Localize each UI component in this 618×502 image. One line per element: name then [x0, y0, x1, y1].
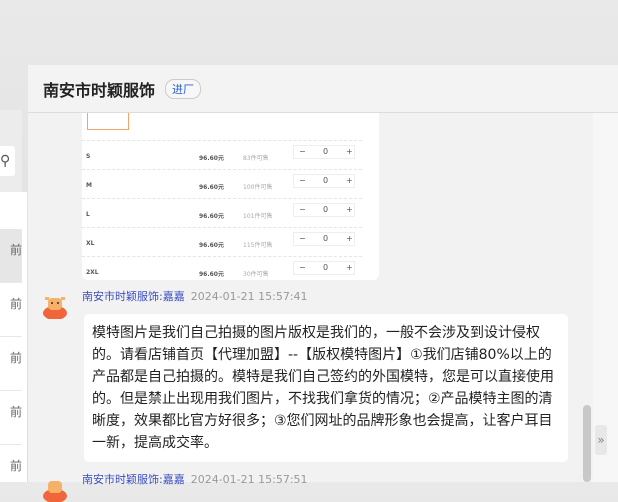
plus-button[interactable]: + — [346, 176, 353, 185]
time-label: 前 — [9, 243, 22, 257]
plus-button[interactable]: + — [346, 234, 353, 243]
quantity-value[interactable]: 0 — [323, 205, 328, 214]
quantity-stepper[interactable]: − 0 + — [293, 145, 355, 159]
message-time: 2024-01-21 15:57:41 — [190, 290, 308, 303]
scrollbar[interactable] — [583, 405, 591, 482]
avatar — [43, 481, 67, 502]
plus-button[interactable]: + — [346, 205, 353, 214]
message-bubble: 模特图片是我们自己拍摄的图片版权是我们的，一般不会涉及到设计侵权的。请看店铺首页… — [84, 314, 568, 462]
message-time: 2024-01-21 15:57:51 — [190, 473, 308, 486]
page-title: 南安市时颖服饰 — [43, 81, 156, 100]
size-label: 2XL — [86, 269, 99, 276]
quantity-stepper[interactable]: − 0 + — [293, 261, 355, 275]
size-row: M 96.60元 100件可售 − 0 + — [82, 169, 362, 198]
conversation-item[interactable]: 前 — [0, 337, 22, 391]
stock: 115件可售 — [243, 242, 273, 249]
avatar — [43, 297, 67, 319]
time-label: 前 — [9, 459, 22, 473]
quantity-stepper[interactable]: − 0 + — [293, 232, 355, 246]
price: 96.60元 — [199, 213, 224, 220]
minus-button[interactable]: − — [299, 176, 306, 185]
quantity-value[interactable]: 0 — [323, 147, 328, 156]
product-thumbnail[interactable] — [87, 113, 129, 130]
price: 96.60元 — [199, 155, 224, 162]
sender-name[interactable]: 南安市时颖服饰:嘉嘉 — [82, 290, 185, 303]
size-row: 2XL 96.60元 30件可售 − 0 + — [82, 256, 362, 285]
stock: 101件可售 — [243, 213, 273, 220]
stock: 100件可售 — [243, 184, 273, 191]
stock: 83件可售 — [243, 155, 269, 162]
conversation-item[interactable]: 前 — [0, 229, 22, 283]
price: 96.60元 — [199, 271, 224, 278]
sender-name[interactable]: 南安市时颖服饰:嘉嘉 — [82, 473, 185, 486]
status-badge[interactable]: 进厂 — [165, 79, 201, 99]
expand-button[interactable]: » — [595, 425, 607, 455]
minus-button[interactable]: − — [299, 234, 306, 243]
plus-button[interactable]: + — [346, 147, 353, 156]
time-label: 前 — [9, 297, 22, 311]
chat-header: 南安市时颖服饰 进厂 — [28, 65, 618, 113]
stock: 30件可售 — [243, 271, 269, 278]
size-row: L 96.60元 101件可售 − 0 + — [82, 198, 362, 227]
time-label: 前 — [9, 405, 22, 419]
plus-button[interactable]: + — [346, 263, 353, 272]
price: 96.60元 — [199, 242, 224, 249]
quantity-stepper[interactable]: − 0 + — [293, 203, 355, 217]
minus-button[interactable]: − — [299, 205, 306, 214]
minus-button[interactable]: − — [299, 263, 306, 272]
size-label: M — [86, 182, 92, 189]
size-label: XL — [86, 240, 95, 247]
time-label: 前 — [9, 351, 22, 365]
size-label: L — [86, 211, 90, 218]
quantity-value[interactable]: 0 — [323, 176, 328, 185]
quantity-value[interactable]: 0 — [323, 234, 328, 243]
conversation-item[interactable]: 前 — [0, 391, 22, 445]
price: 96.60元 — [199, 184, 224, 191]
quantity-stepper[interactable]: − 0 + — [293, 174, 355, 188]
conversation-item[interactable]: 前 — [0, 283, 22, 337]
search-icon[interactable]: ⚲ — [0, 146, 15, 176]
size-row: S 96.60元 83件可售 − 0 + — [82, 140, 362, 169]
conversation-list-panel: 前 前 前 前 前 — [0, 192, 27, 499]
size-row: XL 96.60元 115件可售 − 0 + — [82, 227, 362, 256]
size-label: S — [86, 153, 91, 160]
quantity-value[interactable]: 0 — [323, 263, 328, 272]
conversation-item[interactable]: 前 — [0, 445, 22, 499]
product-card: S 96.60元 83件可售 −0 + M 96.60元 100件可售 −0 + L 9… — [82, 113, 379, 280]
chat-panel: S 96.60元 83件可售 −0 + M 96.60元 100件可售 −0 + L 9… — [28, 65, 618, 502]
minus-button[interactable]: − — [299, 147, 306, 156]
